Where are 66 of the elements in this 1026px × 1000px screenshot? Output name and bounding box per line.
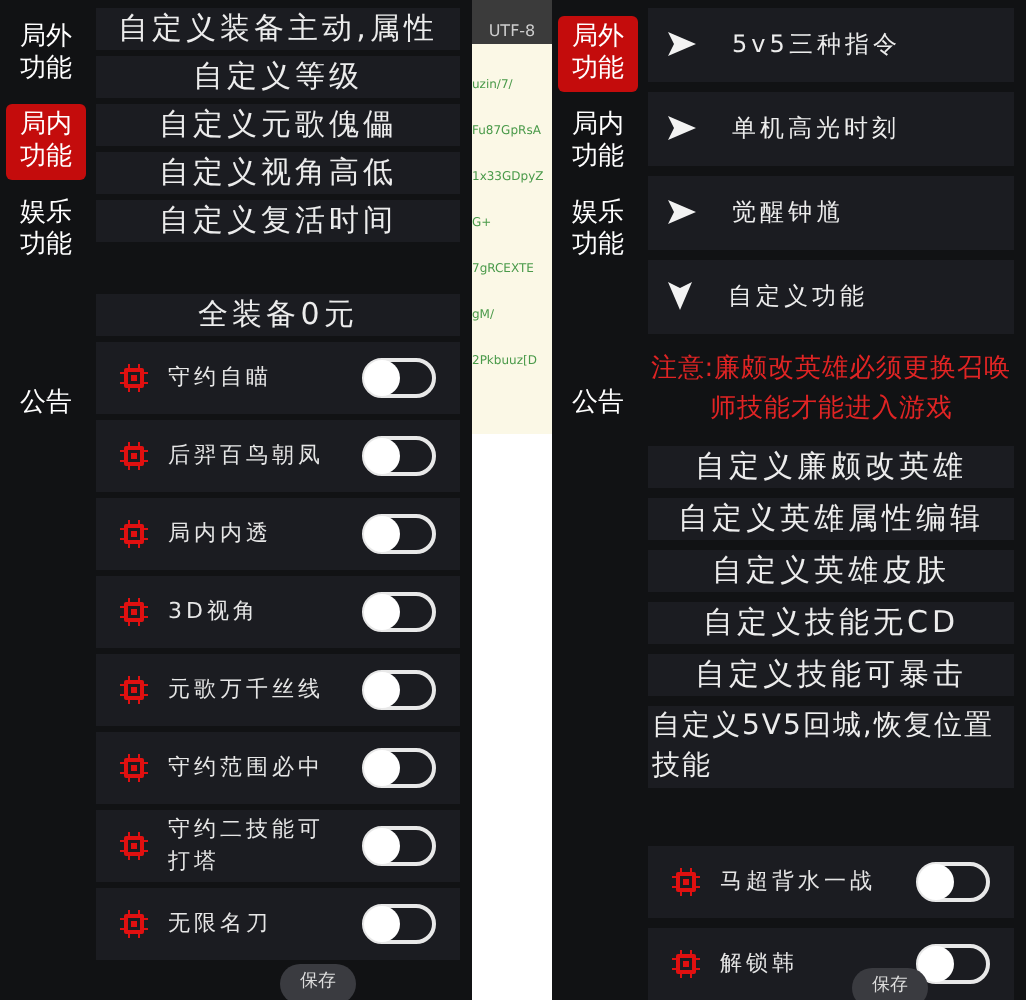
chip-icon [120,754,148,782]
chip-icon [672,868,700,896]
expander-label: 自定义功能 [728,280,868,315]
toggle-label: 后羿百鸟朝凤 [168,440,324,472]
toggle-label: 守约自瞄 [168,362,272,394]
sidebar-tab[interactable]: 局内功能 [6,104,86,180]
menu-button[interactable]: 自定义英雄皮肤 [648,549,1014,592]
sidebar-tab[interactable]: 局内功能 [558,104,638,180]
menu-button[interactable]: 自定义英雄属性编辑 [648,497,1014,540]
chip-icon [120,910,148,938]
expander-row[interactable]: 觉醒钟馗 [648,175,1014,250]
chip-icon [120,520,148,548]
toggle-switch[interactable] [362,748,436,788]
toggle-switch[interactable] [362,592,436,632]
sidebar-tab[interactable]: 娱乐功能 [6,192,86,268]
toggle-label: 局内内透 [168,518,272,550]
menu-button[interactable]: 自定义复活时间 [96,200,460,242]
toggle-switch[interactable] [362,826,436,866]
toggle-switch[interactable] [362,436,436,476]
caret-down-icon [668,282,692,311]
expander-label: 5v5三种指令 [732,28,901,63]
toggle-label: 守约范围必中 [168,752,324,784]
toggle-label: 马超背水一战 [720,866,876,898]
save-toast[interactable]: 保存 [280,964,356,1000]
warning-text: 注意:廉颇改英雄必须更换召唤师技能才能进入游戏 [648,351,1014,428]
expander-row[interactable]: 5v5三种指令 [648,8,1014,82]
menu-button[interactable]: 自定义5V5回城,恢复位置技能 [648,705,1014,788]
expander-row[interactable]: 自定义功能 [648,259,1014,334]
toggle-switch[interactable] [362,904,436,944]
chip-icon [120,598,148,626]
toggle-switch[interactable] [916,862,990,902]
send-icon [668,200,696,225]
toggle-label: 无限名刀 [168,908,272,940]
toggle-switch[interactable] [362,514,436,554]
expander-label: 觉醒钟馗 [732,196,844,231]
menu-button[interactable]: 自定义廉颇改英雄 [648,445,1014,488]
sidebar-tab[interactable]: 娱乐功能 [558,192,638,268]
chip-icon [120,364,148,392]
chip-icon [120,832,148,860]
send-icon [668,116,696,141]
toggle-switch[interactable] [916,944,990,984]
menu-button[interactable]: 自定义技能无CD [648,601,1014,644]
menu-button[interactable]: 自定义元歌傀儡 [96,104,460,146]
expander-row[interactable]: 单机高光时刻 [648,91,1014,166]
encoding-label: UTF-8 [488,20,536,44]
toggle-label: 解锁韩 [720,948,798,980]
sidebar-tab[interactable]: 公告 [572,384,624,423]
menu-button[interactable]: 全装备0元 [96,294,460,336]
chip-icon [120,676,148,704]
chip-icon [672,950,700,978]
toggle-label: 3D视角 [168,596,259,628]
sidebar-tab[interactable]: 公告 [20,384,72,423]
send-icon [668,32,696,57]
menu-button[interactable]: 自定义视角高低 [96,152,460,194]
chip-icon [120,442,148,470]
toggle-switch[interactable] [362,358,436,398]
menu-button[interactable]: 自定义技能可暴击 [648,653,1014,696]
sidebar-tab[interactable]: 局外功能 [6,16,86,92]
sidebar-tab[interactable]: 局外功能 [558,16,638,92]
toggle-label: 守约二技能可打塔 [168,814,324,878]
expander-label: 单机高光时刻 [732,112,900,147]
toggle-label: 元歌万千丝线 [168,674,324,706]
toggle-switch[interactable] [362,670,436,710]
menu-button[interactable]: 自定义装备主动,属性 [96,8,460,50]
menu-button[interactable]: 自定义等级 [96,56,460,98]
save-toast[interactable]: 保存 [852,968,928,1000]
